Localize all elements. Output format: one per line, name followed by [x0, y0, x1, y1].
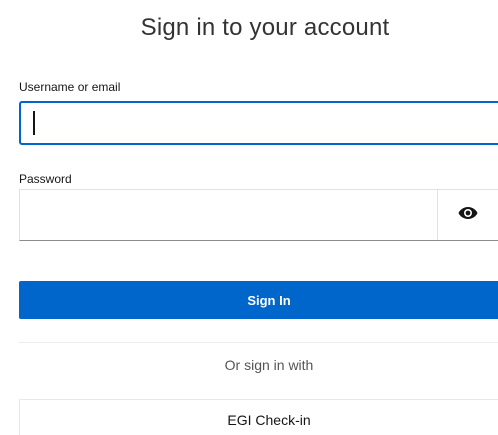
- text-cursor: [33, 111, 35, 135]
- social-heading: Or sign in with: [224, 357, 314, 373]
- show-password-button[interactable]: [437, 190, 498, 240]
- username-label: Username or email: [19, 80, 121, 94]
- login-page: Sign in to your account Username or emai…: [0, 0, 498, 435]
- egi-checkin-button[interactable]: EGI Check-in: [19, 399, 498, 435]
- sign-in-button[interactable]: Sign In: [19, 281, 498, 319]
- username-input[interactable]: [19, 101, 498, 145]
- divider: [19, 342, 498, 343]
- page-title: Sign in to your account: [140, 14, 390, 41]
- eye-icon: [458, 206, 478, 225]
- password-label: Password: [19, 172, 72, 186]
- password-input[interactable]: [19, 189, 498, 241]
